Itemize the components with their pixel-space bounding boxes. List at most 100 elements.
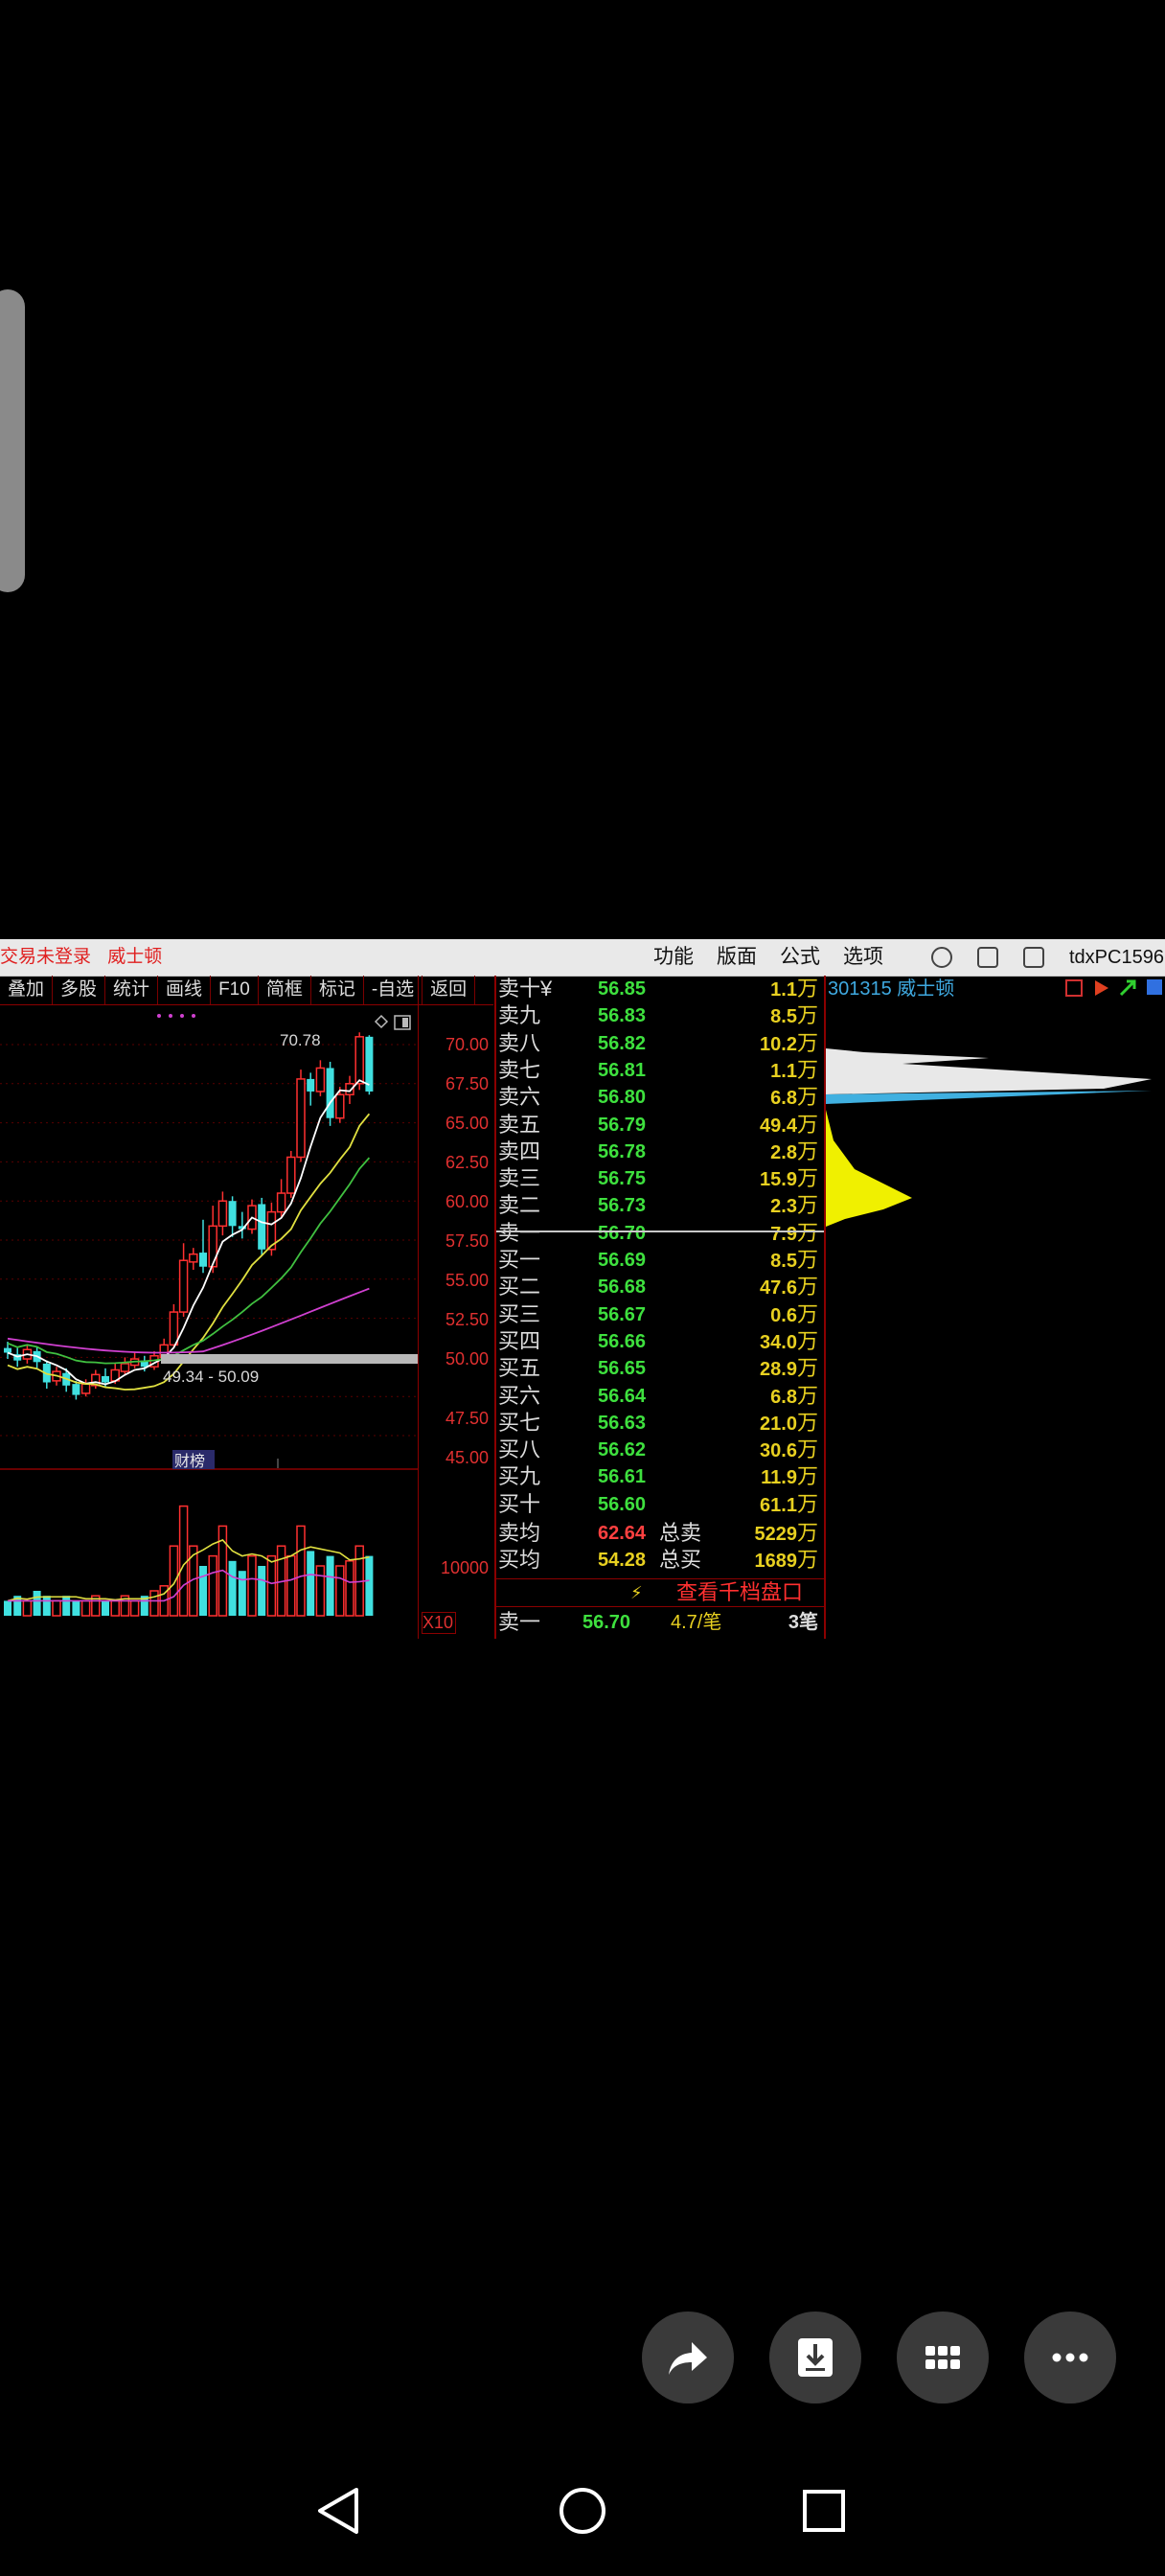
chart-icon[interactable]: [1065, 978, 1085, 999]
ask-level-label: 卖七: [498, 1057, 541, 1082]
toolbar-simple-frame[interactable]: 简框: [259, 976, 311, 1004]
volume-bar: [345, 1560, 354, 1617]
tick-row[interactable]: 卖一 56.70 4.7/笔 3笔: [496, 1609, 824, 1636]
toolbar-watchlist[interactable]: -自选: [364, 976, 423, 1004]
bid-volume: 11.9万: [761, 1464, 818, 1489]
apps-button[interactable]: [897, 2312, 989, 2404]
side-drawer-handle[interactable]: [0, 289, 25, 592]
refresh-icon[interactable]: [931, 947, 952, 968]
volume-bar: [129, 1599, 140, 1617]
ask-row[interactable]: 卖二 56.73 2.3万: [496, 1192, 824, 1219]
ask-volume: 1.1万: [770, 1057, 818, 1082]
bid-price: 56.68: [598, 1276, 647, 1299]
toolbar-mark[interactable]: 标记: [311, 976, 364, 1004]
toolbar-draw-line[interactable]: 画线: [158, 976, 212, 1004]
bid-row[interactable]: 买十 56.60 61.1万: [496, 1491, 824, 1518]
share-button[interactable]: [642, 2312, 734, 2404]
bid-row[interactable]: 买一 56.69 8.5万: [496, 1247, 824, 1274]
message-icon[interactable]: [1023, 947, 1044, 968]
more-button[interactable]: [1024, 2312, 1116, 2404]
volume-bar: [307, 1551, 315, 1616]
home-nav-icon[interactable]: [554, 2482, 611, 2540]
bid-row[interactable]: 买二 56.68 47.6万: [496, 1274, 824, 1300]
bid-row[interactable]: 买五 56.65 28.9万: [496, 1355, 824, 1382]
tick-volume: 4.7/笔: [671, 1611, 722, 1633]
ask-level-label: 卖八: [498, 1030, 541, 1055]
ask-row[interactable]: 卖五 56.79 49.4万: [496, 1112, 824, 1138]
bid-ask-divider: [496, 1230, 824, 1232]
candle: [315, 1060, 326, 1096]
volume-unit: 万: [796, 1085, 818, 1110]
candle: [365, 1035, 374, 1095]
ask-row[interactable]: 卖八 56.82 10.2万: [496, 1030, 824, 1057]
bid-row[interactable]: 买八 56.62 30.6万: [496, 1437, 824, 1463]
ask-volume: 1.1万: [770, 977, 818, 1000]
toolbar-stats[interactable]: 统计: [105, 976, 159, 1004]
top-menu: 功能 版面 公式 选项: [653, 943, 906, 972]
kline-chart[interactable]: 49.34 - 50.09 70.78 财榜: [0, 1004, 422, 1618]
ask-volume: 15.9万: [760, 1166, 818, 1191]
ask-row[interactable]: 卖三 56.75 15.9万: [496, 1165, 824, 1192]
toolbar-f10[interactable]: F10: [211, 976, 259, 1004]
bid-volume: 61.1万: [760, 1491, 818, 1516]
tick-label: 卖一: [498, 1609, 541, 1634]
ask-level-label: 卖二: [498, 1193, 541, 1218]
candle: [296, 1070, 306, 1162]
bid-row[interactable]: 买七 56.63 21.0万: [496, 1410, 824, 1437]
volume-bar: [286, 1554, 296, 1617]
bid-row[interactable]: 买四 56.66 34.0万: [496, 1328, 824, 1355]
menu-options[interactable]: 选项: [843, 943, 883, 972]
stock-header[interactable]: 301315 威士顿: [828, 978, 954, 1000]
thousand-level-link[interactable]: ⚡ 查看千档盘口: [496, 1577, 824, 1607]
ask-volume: 8.5万: [770, 1003, 818, 1028]
trading-app-window: 交易未登录 威士顿 功能 版面 公式 选项 tdxPC1596 叠加 多股 统计…: [0, 939, 1165, 1639]
arrow-icon[interactable]: [1119, 978, 1138, 999]
sell-average-total-value: 5229万: [754, 1521, 818, 1545]
top-bar: 交易未登录 威士顿 功能 版面 公式 选项 tdxPC1596: [0, 939, 1165, 977]
candle: [258, 1197, 266, 1256]
ask-row[interactable]: 卖四 56.78 2.8万: [496, 1138, 824, 1165]
bid-price: 56.60: [598, 1493, 647, 1515]
ask-row[interactable]: 卖十¥ 56.85 1.1万: [496, 976, 824, 1002]
candle: [335, 1087, 345, 1123]
price-range-bar: [161, 1354, 418, 1364]
grid-icon[interactable]: [1146, 978, 1165, 999]
volume-unit: 万: [796, 1491, 818, 1516]
play-icon[interactable]: [1092, 978, 1111, 999]
toolbar-overlay[interactable]: 叠加: [0, 976, 54, 1004]
ask-price: 56.81: [598, 1059, 647, 1081]
bid-row[interactable]: 买三 56.67 0.6万: [496, 1301, 824, 1328]
candle: [307, 1072, 315, 1106]
toolbar-multi-stock[interactable]: 多股: [53, 976, 106, 1004]
ask-volume: 49.4万: [760, 1112, 818, 1137]
ask-level-label: 卖五: [498, 1112, 541, 1137]
login-status[interactable]: 交易未登录: [0, 947, 91, 967]
ask-row[interactable]: 卖九 56.83 8.5万: [496, 1002, 824, 1029]
candlesticks: [4, 1032, 374, 1400]
ask-volume: 7.9万: [770, 1220, 818, 1245]
ma60-line: [7, 1287, 370, 1354]
menu-function[interactable]: 功能: [653, 943, 694, 972]
volume-bar: [238, 1571, 246, 1616]
volume-unit: 万: [796, 1410, 818, 1435]
top-icons: [931, 944, 1069, 971]
download-button[interactable]: [769, 2312, 861, 2404]
ask-row[interactable]: 卖六 56.80 6.8万: [496, 1084, 824, 1111]
volume-unit: 万: [796, 1112, 818, 1137]
menu-formula[interactable]: 公式: [780, 943, 820, 972]
recents-nav-icon[interactable]: [795, 2482, 853, 2540]
back-nav-icon[interactable]: [312, 2482, 370, 2540]
ask-row[interactable]: 卖一 56.70 7.9万: [496, 1220, 824, 1247]
volume-unit: 万: [796, 1220, 818, 1245]
bid-price: 56.69: [598, 1250, 647, 1271]
bid-level-label: 买二: [498, 1275, 541, 1300]
menu-layout[interactable]: 版面: [717, 943, 757, 972]
ask-volume: 2.3万: [770, 1193, 818, 1218]
price-label: 45.00: [445, 1448, 489, 1467]
ask-price: 56.83: [598, 1005, 647, 1027]
ask-row[interactable]: 卖七 56.81 1.1万: [496, 1057, 824, 1084]
tick-count: 3笔: [788, 1611, 818, 1633]
phone-icon[interactable]: [977, 947, 998, 968]
bid-row[interactable]: 买六 56.64 6.8万: [496, 1383, 824, 1410]
bid-row[interactable]: 买九 56.61 11.9万: [496, 1463, 824, 1490]
